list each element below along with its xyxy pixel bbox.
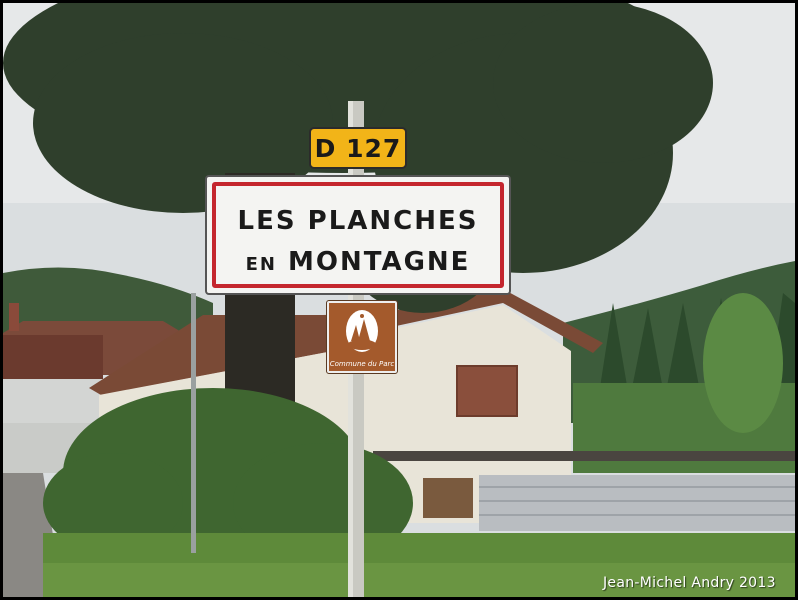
right-tree: [703, 293, 783, 433]
route-number-sign: D 127: [309, 127, 407, 169]
town-entrance-sign: LES PLANCHES EN MONTAGNE: [205, 175, 511, 295]
thin-pole: [191, 293, 196, 553]
scene: [3, 3, 795, 597]
photograph: D 127 LES PLANCHES EN MONTAGNE Commune d…: [3, 3, 795, 597]
town-name-prefix: EN: [245, 254, 277, 275]
shed-roof: [373, 451, 795, 461]
chimney: [9, 303, 19, 331]
route-number-label: D 127: [314, 133, 402, 163]
left-house-upper: [3, 335, 103, 383]
town-name-line1: LES PLANCHES: [237, 206, 479, 236]
wood-pile: [423, 478, 473, 518]
park-commune-sign: Commune du Parc: [326, 300, 398, 374]
left-house-balcony: [3, 379, 103, 425]
house-window-shutter: [456, 365, 518, 417]
park-sign-caption: Commune du Parc: [329, 360, 395, 368]
town-name-main: MONTAGNE: [288, 247, 471, 277]
metal-fence: [479, 475, 795, 531]
photo-frame: D 127 LES PLANCHES EN MONTAGNE Commune d…: [0, 0, 798, 600]
town-name-line2: EN MONTAGNE: [216, 247, 500, 277]
town-sign-red-border: LES PLANCHES EN MONTAGNE: [212, 182, 504, 288]
photographer-watermark: Jean-Michel Andry 2013: [603, 575, 776, 591]
park-emblem-icon: [346, 310, 378, 352]
